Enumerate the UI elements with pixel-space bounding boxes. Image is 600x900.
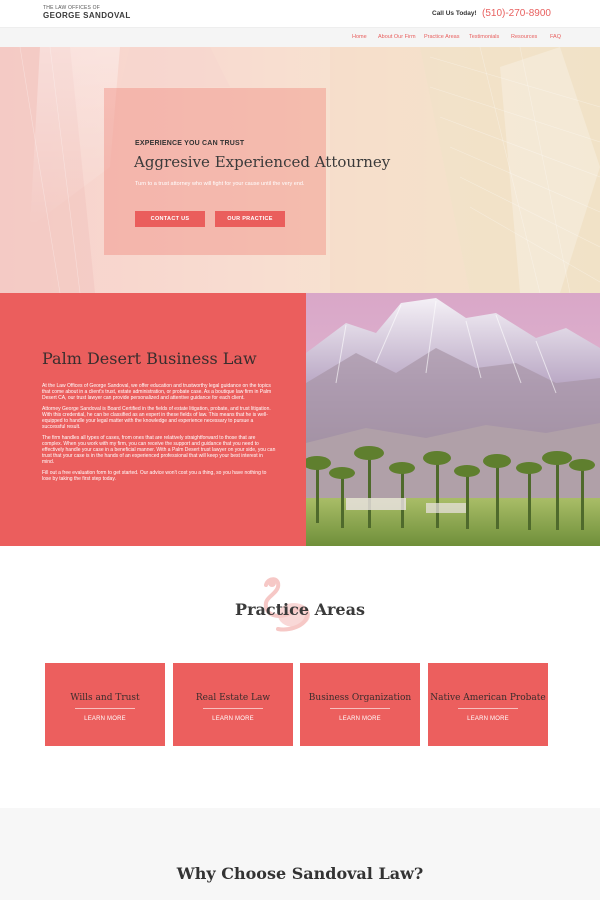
- why-choose-section: Why Choose Sandoval Law?: [0, 808, 600, 900]
- logo-name: GEORGE SANDOVAL: [43, 11, 131, 20]
- palm-desert-mountain-image: [306, 293, 600, 546]
- our-practice-button[interactable]: OUR PRACTICE: [215, 211, 285, 227]
- practice-areas-title: Practice Areas: [235, 600, 365, 619]
- nav-item-home[interactable]: Home: [352, 34, 367, 40]
- practice-card-wills-and-trust[interactable]: Wills and Trust LEARN MORE: [45, 663, 165, 746]
- contact-us-button[interactable]: CONTACT US: [135, 211, 205, 227]
- business-paragraph: The firm handles all types of cases, fro…: [42, 435, 276, 465]
- hero-subtitle: Turn to a trust attorney who will fight …: [135, 181, 305, 187]
- nav-item-practice-areas[interactable]: Practice Areas: [424, 34, 459, 40]
- practice-card-title: Wills and Trust: [70, 693, 140, 703]
- card-divider: [458, 708, 518, 709]
- business-paragraph: Attorney George Sandoval is Board Certif…: [42, 406, 271, 430]
- card-divider: [330, 708, 390, 709]
- business-law-title: Palm Desert Business Law: [42, 349, 257, 368]
- hero-section: EXPERIENCE YOU CAN TRUST Aggresive Exper…: [0, 47, 600, 293]
- learn-more-link[interactable]: LEARN MORE: [173, 716, 293, 722]
- nav-item-about[interactable]: About Our Firm: [378, 34, 416, 40]
- nav-item-resources[interactable]: Resources: [511, 34, 537, 40]
- practice-card-native-american-probate[interactable]: Native American Probate LEARN MORE: [428, 663, 548, 746]
- nav-item-testimonials[interactable]: Testimonials: [469, 34, 499, 40]
- main-nav: Home About Our Firm Practice Areas Testi…: [0, 27, 600, 47]
- business-law-text: At the Law Offices of George Sandoval, w…: [42, 383, 276, 487]
- hero-title: Aggresive Experienced Attourney: [134, 153, 391, 171]
- site-header: THE LAW OFFICES OF GEORGE SANDOVAL Call …: [0, 0, 600, 27]
- call-label: Call Us Today!: [432, 10, 477, 17]
- practice-card-title: Business Organization: [308, 693, 412, 703]
- business-paragraph: Fill out a free evaluation form to get s…: [42, 470, 267, 482]
- practice-card-title: Native American Probate: [430, 693, 546, 703]
- practice-card-business-organization[interactable]: Business Organization LEARN MORE: [300, 663, 420, 746]
- practice-card-real-estate-law[interactable]: Real Estate Law LEARN MORE: [173, 663, 293, 746]
- phone-link[interactable]: (510)-270-8900: [482, 8, 551, 19]
- logo[interactable]: THE LAW OFFICES OF GEORGE SANDOVAL: [43, 6, 131, 20]
- business-law-section: Palm Desert Business Law At the Law Offi…: [0, 293, 306, 546]
- nav-item-faq[interactable]: FAQ: [550, 34, 561, 40]
- business-paragraph: At the Law Offices of George Sandoval, w…: [42, 383, 272, 401]
- mountain-photo: [306, 293, 600, 546]
- learn-more-link[interactable]: LEARN MORE: [45, 716, 165, 722]
- learn-more-link[interactable]: LEARN MORE: [300, 716, 420, 722]
- why-choose-title: Why Choose Sandoval Law?: [176, 864, 424, 883]
- hero-overlay-box: [104, 88, 326, 255]
- card-divider: [75, 708, 135, 709]
- practice-card-title: Real Estate Law: [195, 693, 271, 703]
- hero-eyebrow: EXPERIENCE YOU CAN TRUST: [135, 140, 245, 147]
- card-divider: [203, 708, 263, 709]
- learn-more-link[interactable]: LEARN MORE: [428, 716, 548, 722]
